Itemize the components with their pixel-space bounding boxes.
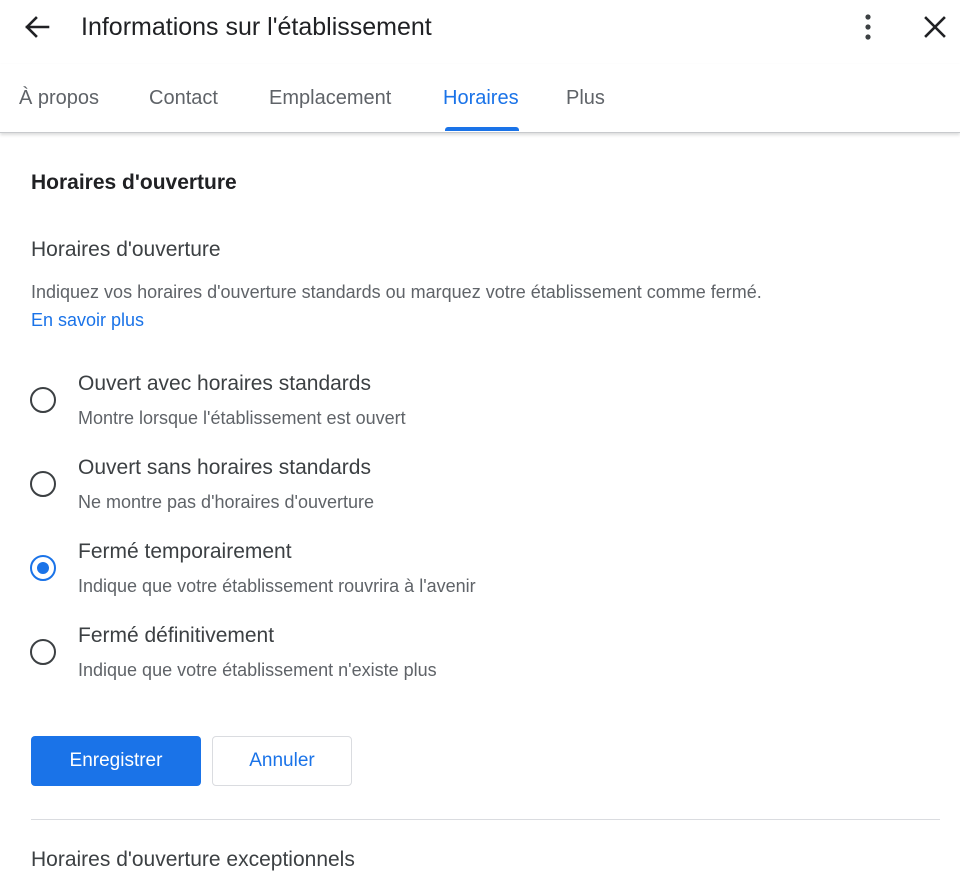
hours-subtitle: Horaires d'ouverture xyxy=(31,238,221,261)
option-open-standard-hours[interactable]: Ouvert avec horaires standards Montre lo… xyxy=(28,370,728,442)
more-options-button[interactable] xyxy=(850,8,886,46)
tab-horaires[interactable]: Horaires xyxy=(443,84,519,112)
close-icon xyxy=(924,16,946,38)
option-description: Indique que votre établissement rouvrira… xyxy=(78,576,476,596)
tab-plus[interactable]: Plus xyxy=(566,84,605,112)
cancel-button[interactable]: Annuler xyxy=(212,736,352,786)
option-label: Ouvert sans horaires standards xyxy=(78,456,371,479)
option-permanently-closed[interactable]: Fermé définitivement Indique que votre é… xyxy=(28,622,728,694)
section-title: Horaires d'ouverture xyxy=(31,171,237,194)
radio-button[interactable] xyxy=(30,471,56,497)
option-temporarily-closed[interactable]: Fermé temporairement Indique que votre é… xyxy=(28,538,728,610)
exceptional-hours-title: Horaires d'ouverture exceptionnels xyxy=(31,848,355,871)
section-divider xyxy=(31,819,940,820)
arrow-back-icon xyxy=(25,16,50,38)
radio-button[interactable] xyxy=(30,387,56,413)
active-tab-indicator xyxy=(445,127,519,131)
radio-button[interactable] xyxy=(30,639,56,665)
option-label: Fermé définitivement xyxy=(78,624,275,647)
close-button[interactable] xyxy=(916,8,954,46)
tab-contact[interactable]: Contact xyxy=(149,84,218,112)
hours-description: Indiquez vos horaires d'ouverture standa… xyxy=(31,282,762,302)
top-app-bar: Informations sur l'établissement xyxy=(0,0,960,56)
dialog-title: Informations sur l'établissement xyxy=(81,13,432,41)
save-button[interactable]: Enregistrer xyxy=(31,736,201,786)
option-label: Fermé temporairement xyxy=(78,540,292,563)
option-label: Ouvert avec horaires standards xyxy=(78,372,371,395)
more-vert-icon xyxy=(865,14,871,40)
learn-more-link[interactable]: En savoir plus xyxy=(31,308,144,332)
tab-emplacement[interactable]: Emplacement xyxy=(269,84,391,112)
tab-bar: À propos Contact Emplacement Horaires Pl… xyxy=(0,64,960,133)
option-description: Indique que votre établissement n'existe… xyxy=(78,660,437,680)
radio-button-selected[interactable] xyxy=(30,555,56,581)
option-description: Montre lorsque l'établissement est ouver… xyxy=(78,408,406,428)
option-description: Ne montre pas d'horaires d'ouverture xyxy=(78,492,375,512)
option-open-no-standard-hours[interactable]: Ouvert sans horaires standards Ne montre… xyxy=(28,454,728,526)
tab-a-propos[interactable]: À propos xyxy=(19,84,99,112)
back-button[interactable] xyxy=(18,8,56,46)
